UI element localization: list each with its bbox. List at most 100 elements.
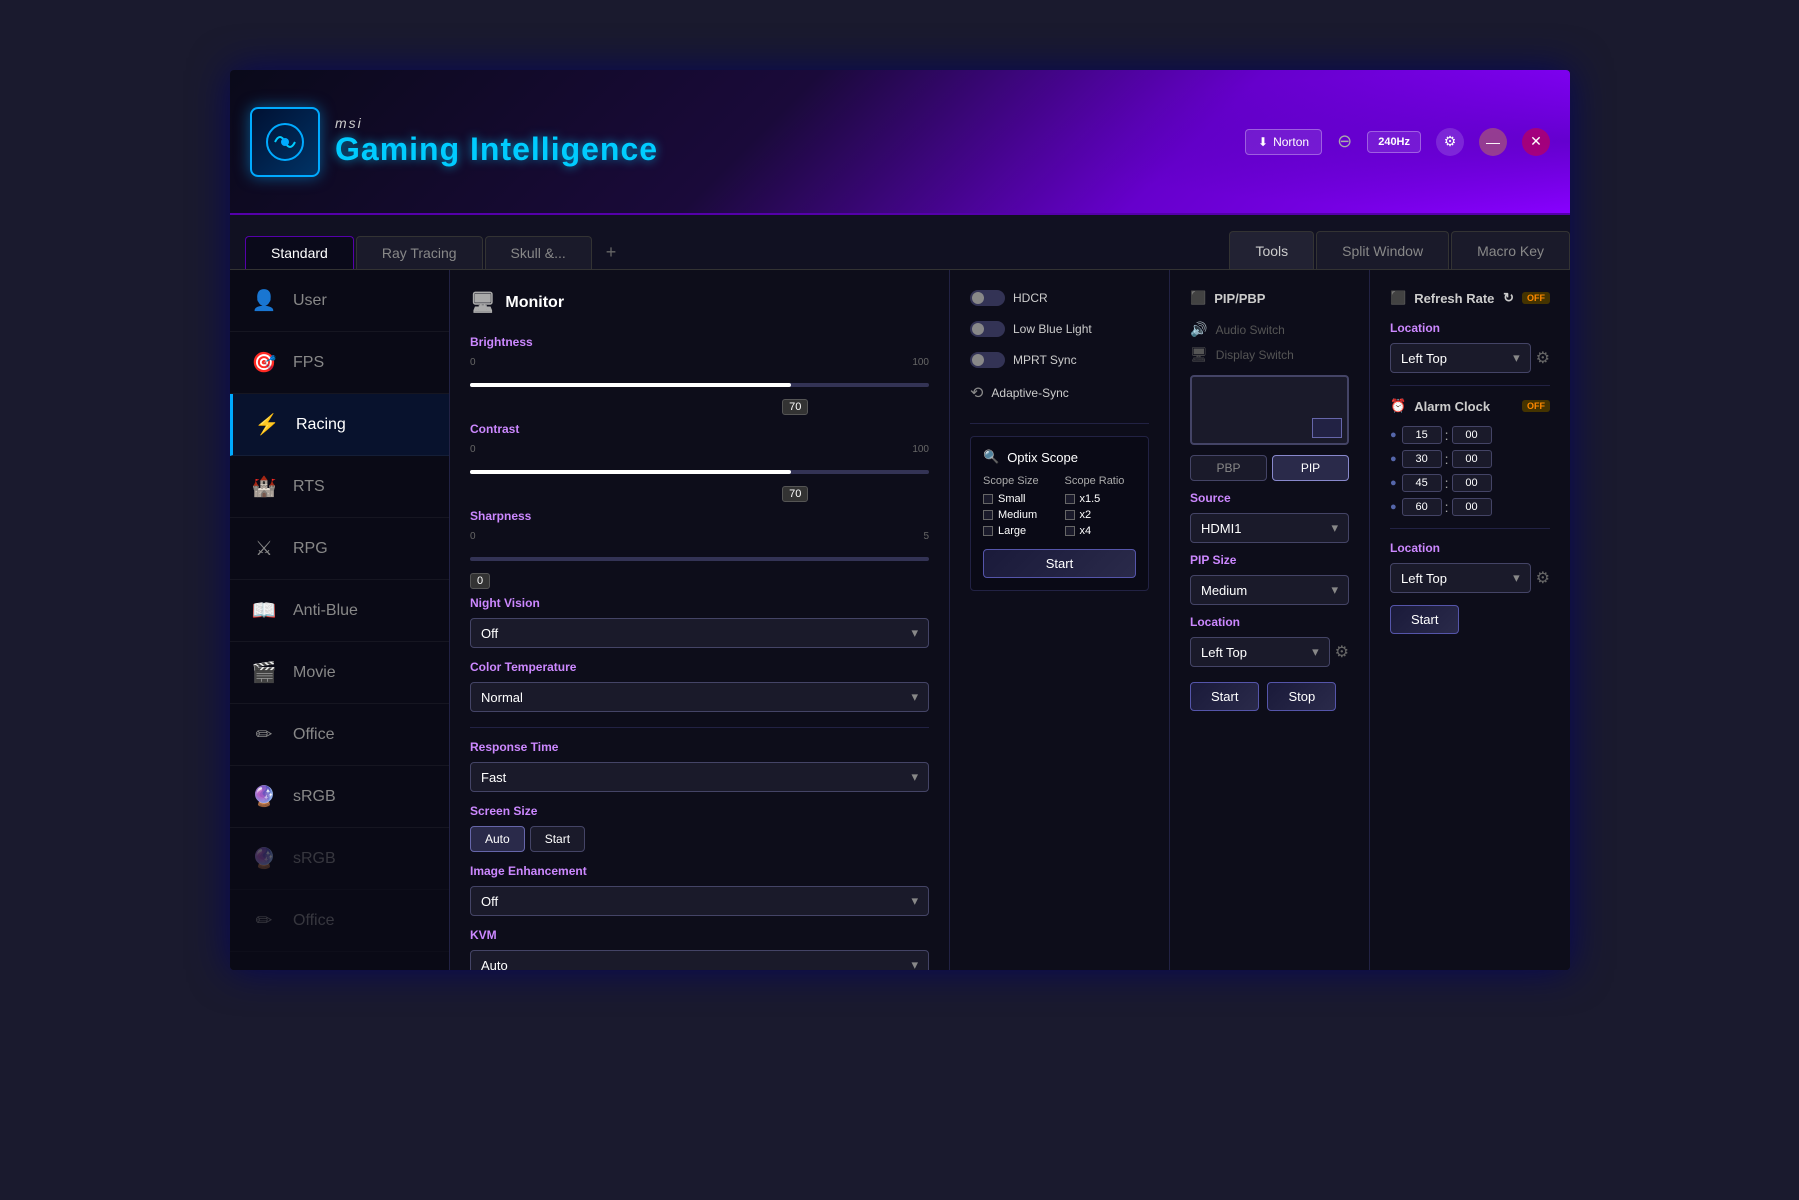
separator3 (1390, 385, 1550, 386)
hdcr-toggle[interactable] (970, 290, 1005, 306)
office2-icon: ✏ (250, 908, 278, 933)
alarm-location-settings-icon[interactable]: ⚙ (1536, 568, 1550, 588)
scope-title-text: Optix Scope (1007, 450, 1078, 465)
scope-size-medium[interactable]: Medium (983, 509, 1055, 521)
screen-size-start-btn[interactable]: Start (530, 826, 585, 852)
alarm-location-control: Location Left Top ⚙ (1390, 541, 1550, 593)
alarm3-minutes[interactable] (1452, 474, 1492, 492)
monitor-icon: 🖥 (470, 290, 495, 315)
tab-split-window[interactable]: Split Window (1316, 231, 1449, 269)
scope-options-grid: Scope Size Small Medium La (983, 475, 1136, 537)
scope-x15-check[interactable] (1065, 494, 1075, 504)
pip-location-dropdown[interactable]: Left Top (1190, 637, 1330, 667)
display-switch-row: 🖥 Display Switch (1190, 346, 1349, 363)
tab-standard[interactable]: Standard (245, 236, 354, 269)
color-temp-control: Color Temperature Normal (470, 660, 929, 712)
mprt-toggle[interactable] (970, 352, 1005, 368)
sidebar-item-office2[interactable]: ✏ Office (230, 890, 449, 952)
sidebar-item-srgb2[interactable]: 🔮 sRGB (230, 828, 449, 890)
scope-x4-check[interactable] (1065, 526, 1075, 536)
tab-ray-tracing[interactable]: Ray Tracing (356, 236, 483, 269)
color-temp-dropdown[interactable]: Normal (470, 682, 929, 712)
kvm-dropdown[interactable]: Auto (470, 950, 929, 970)
alarm-clock-icon: ⏰ (1390, 398, 1406, 414)
refresh-refresh-icon[interactable]: ↻ (1503, 290, 1514, 306)
pbp-button[interactable]: PBP (1190, 455, 1267, 481)
sidebar-label-movie: Movie (293, 664, 336, 682)
sidebar-item-user[interactable]: 👤 User (230, 270, 449, 332)
scope-x2-check[interactable] (1065, 510, 1075, 520)
sidebar-item-rts[interactable]: 🏰 RTS (230, 456, 449, 518)
brightness-control: Brightness 0 100 70 (470, 335, 929, 410)
scope-small-check[interactable] (983, 494, 993, 504)
sidebar-item-fps[interactable]: 🎯 FPS (230, 332, 449, 394)
response-time-dropdown[interactable]: Fast (470, 762, 929, 792)
hdcr-label: HDCR (1013, 291, 1048, 305)
pip-start-button[interactable]: Start (1190, 682, 1259, 711)
brightness-slider-container: 0 100 70 (470, 357, 929, 410)
sidebar-item-office[interactable]: ✏ Office (230, 704, 449, 766)
scope-size-large[interactable]: Large (983, 525, 1055, 537)
sidebar-item-srgb[interactable]: 🔮 sRGB (230, 766, 449, 828)
brightness-track[interactable] (470, 383, 929, 387)
pip-size-label: PIP Size (1190, 553, 1349, 567)
pip-stop-button[interactable]: Stop (1267, 682, 1336, 711)
sidebar-item-racing[interactable]: ⚡ Racing (230, 394, 449, 456)
alarm2-colon: : (1445, 451, 1449, 467)
minimize-button[interactable]: — (1479, 128, 1507, 156)
refresh-rate-header: ⬛ Refresh Rate ↻ OFF (1390, 290, 1550, 306)
tab-tools[interactable]: Tools (1229, 231, 1314, 269)
app-title: Gaming Intelligence (335, 131, 658, 168)
scope-ratio-x2[interactable]: x2 (1065, 509, 1137, 521)
close-button[interactable]: ✕ (1522, 128, 1550, 156)
refresh-location-label: Location (1390, 321, 1550, 335)
alarm1-hours[interactable] (1402, 426, 1442, 444)
refresh-location-dropdown[interactable]: Left Top (1390, 343, 1531, 373)
norton-button[interactable]: ⬇ Norton (1245, 129, 1322, 155)
alarm3-hours[interactable] (1402, 474, 1442, 492)
contrast-control: Contrast 0 100 70 (470, 422, 929, 497)
pip-display-preview (1190, 375, 1349, 445)
alarm1-minutes[interactable] (1452, 426, 1492, 444)
sidebar-label-srgb2: sRGB (293, 850, 336, 868)
tab-macro-key[interactable]: Macro Key (1451, 231, 1570, 269)
sharpness-track[interactable] (470, 557, 929, 561)
tab-add-button[interactable]: + (594, 235, 629, 269)
sidebar-item-movie[interactable]: 🎬 Movie (230, 642, 449, 704)
scope-medium-label: Medium (998, 509, 1037, 521)
alarm-location-dropdown[interactable]: Left Top (1390, 563, 1531, 593)
pip-size-control: PIP Size Medium (1190, 553, 1349, 605)
logo-area: msi Gaming Intelligence (250, 107, 658, 177)
scope-size-small[interactable]: Small (983, 493, 1055, 505)
low-blue-toggle[interactable] (970, 321, 1005, 337)
scope-ratio-x4[interactable]: x4 (1065, 525, 1137, 537)
adaptive-sync-toggle-row: ⟲ Adaptive-Sync (970, 383, 1149, 403)
image-enhancement-label: Image Enhancement (470, 864, 929, 878)
alarm4-minutes[interactable] (1452, 498, 1492, 516)
brightness-min: 0 (470, 357, 476, 368)
image-enhancement-dropdown[interactable]: Off (470, 886, 929, 916)
low-blue-toggle-row: Low Blue Light (970, 321, 1149, 337)
pip-location-settings-icon[interactable]: ⚙ (1335, 642, 1349, 662)
alarm2-hours[interactable] (1402, 450, 1442, 468)
sidebar-item-rpg[interactable]: ⚔ RPG (230, 518, 449, 580)
scope-large-check[interactable] (983, 526, 993, 536)
tab-skull[interactable]: Skull &... (485, 236, 592, 269)
scope-ratio-x15[interactable]: x1.5 (1065, 493, 1137, 505)
pip-source-dropdown[interactable]: HDMI1 (1190, 513, 1349, 543)
user-icon-btn[interactable]: ⊖ (1337, 131, 1352, 152)
alarm4-hours[interactable] (1402, 498, 1442, 516)
refresh-location-settings-icon[interactable]: ⚙ (1536, 348, 1550, 368)
scope-medium-check[interactable] (983, 510, 993, 520)
screen-size-auto-btn[interactable]: Auto (470, 826, 525, 852)
pip-size-dropdown[interactable]: Medium (1190, 575, 1349, 605)
night-vision-dropdown[interactable]: Off (470, 618, 929, 648)
pip-button[interactable]: PIP (1272, 455, 1349, 481)
contrast-track[interactable] (470, 470, 929, 474)
main-layout: 👤 User 🎯 FPS ⚡ Racing 🏰 RTS ⚔ RPG 📖 An (230, 270, 1570, 970)
scope-start-button[interactable]: Start (983, 549, 1136, 578)
alarm-start-button[interactable]: Start (1390, 605, 1459, 634)
settings-button[interactable]: ⚙ (1436, 128, 1464, 156)
sidebar-item-anti-blue[interactable]: 📖 Anti-Blue (230, 580, 449, 642)
alarm2-minutes[interactable] (1452, 450, 1492, 468)
